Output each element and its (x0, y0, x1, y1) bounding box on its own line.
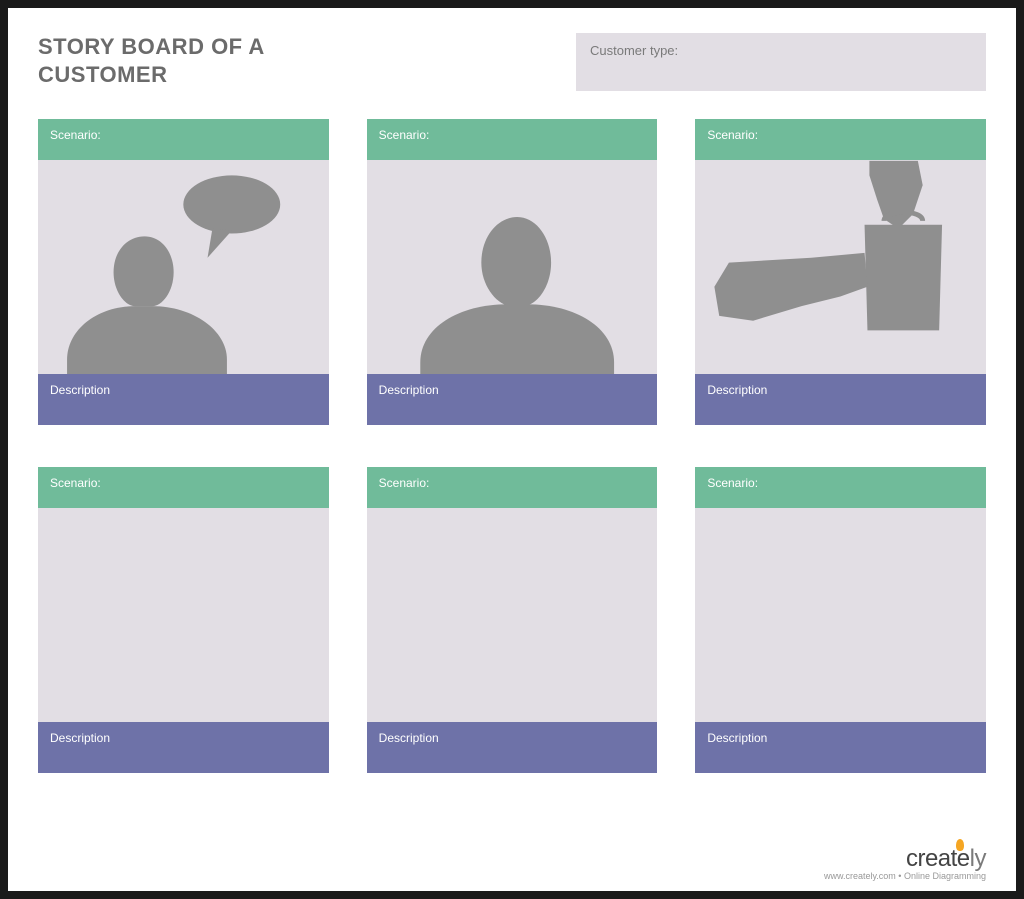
scenario-illustration-area[interactable] (695, 160, 986, 374)
scenario-label: Scenario: (707, 128, 758, 142)
description-footer[interactable]: Description (38, 722, 329, 773)
description-label: Description (50, 731, 110, 745)
person-speech-icon (38, 160, 329, 374)
scenario-illustration-area[interactable] (367, 508, 658, 722)
storyboard-card: Scenario: Description (695, 467, 986, 773)
scenario-illustration-area[interactable] (38, 160, 329, 374)
description-footer[interactable]: Description (367, 722, 658, 773)
scenario-label: Scenario: (379, 476, 430, 490)
storyboard-card: Scenario: Description (38, 119, 329, 425)
description-footer[interactable]: Description (695, 722, 986, 773)
description-label: Description (707, 383, 767, 397)
customer-type-input[interactable]: Customer type: (576, 33, 986, 91)
scenario-label: Scenario: (50, 128, 101, 142)
storyboard-card: Scenario: Description (695, 119, 986, 425)
logo-text-last: ly (970, 845, 986, 872)
description-footer[interactable]: Description (695, 374, 986, 425)
scenario-illustration-area[interactable] (367, 160, 658, 374)
storyboard-card: Scenario: Description (367, 119, 658, 425)
scenario-header[interactable]: Scenario: (38, 467, 329, 508)
description-label: Description (707, 731, 767, 745)
storyboard-card: Scenario: Description (38, 467, 329, 773)
storyboard-card: Scenario: Description (367, 467, 658, 773)
scenario-label: Scenario: (379, 128, 430, 142)
description-footer[interactable]: Description (38, 374, 329, 425)
footer: creately www.creately.com • Online Diagr… (824, 845, 986, 881)
scenario-header[interactable]: Scenario: (367, 467, 658, 508)
scenario-illustration-area[interactable] (695, 508, 986, 722)
storyboard-grid: Scenario: Description Scenario: (38, 119, 986, 773)
scenario-header[interactable]: Scenario: (367, 119, 658, 160)
creately-logo: creately (906, 845, 986, 873)
page-title: STORY BOARD OF A CUSTOMER (38, 33, 338, 88)
shopping-bag-hand-icon (695, 160, 986, 374)
person-silhouette-icon (367, 160, 658, 374)
scenario-header[interactable]: Scenario: (695, 467, 986, 508)
scenario-illustration-area[interactable] (38, 508, 329, 722)
scenario-label: Scenario: (50, 476, 101, 490)
scenario-header[interactable]: Scenario: (695, 119, 986, 160)
customer-type-label: Customer type: (590, 43, 678, 58)
description-footer[interactable]: Description (367, 374, 658, 425)
header-row: STORY BOARD OF A CUSTOMER Customer type: (38, 33, 986, 91)
description-label: Description (379, 731, 439, 745)
lightbulb-icon (956, 839, 964, 851)
description-label: Description (50, 383, 110, 397)
description-label: Description (379, 383, 439, 397)
scenario-header[interactable]: Scenario: (38, 119, 329, 160)
scenario-label: Scenario: (707, 476, 758, 490)
